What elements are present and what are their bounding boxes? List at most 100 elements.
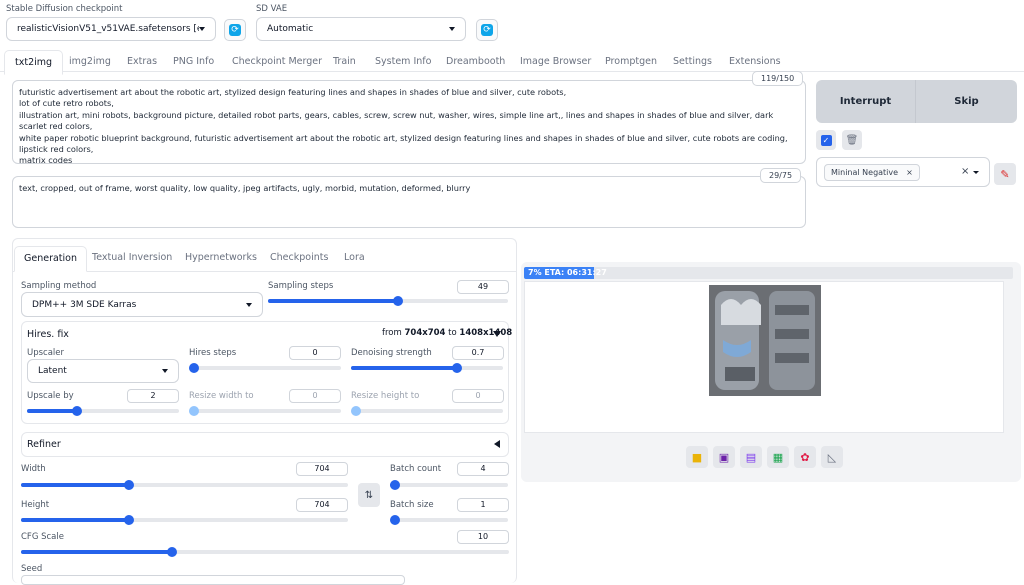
denoising-strength-input[interactable]: 0.7 bbox=[452, 346, 504, 360]
batch-count-label: Batch count bbox=[390, 464, 442, 474]
tabs-divider bbox=[0, 71, 1024, 72]
check-icon: ✓ bbox=[820, 134, 832, 146]
width-label: Width bbox=[21, 464, 46, 474]
hires-steps-slider[interactable] bbox=[189, 363, 341, 373]
tab-extensions[interactable]: Extensions bbox=[729, 56, 781, 67]
progress-bar: 7% ETA: 06:31:27 bbox=[524, 267, 1013, 279]
tab-system-info[interactable]: System Info bbox=[375, 56, 431, 67]
checkpoint-select[interactable]: realisticVisionV51_v51VAE.safetensors [e… bbox=[6, 17, 216, 41]
batch-size-input[interactable]: 1 bbox=[457, 498, 509, 512]
batch-count-input[interactable]: 4 bbox=[457, 462, 509, 476]
slider-thumb[interactable] bbox=[123, 515, 134, 525]
hires-to-size: 1408x1408 bbox=[459, 328, 513, 338]
send-to-extras-button[interactable]: ◺ bbox=[821, 446, 843, 468]
sampling-steps-slider[interactable] bbox=[268, 296, 508, 306]
cfg-scale-slider[interactable] bbox=[21, 547, 509, 557]
resize-height-input[interactable]: 0 bbox=[452, 389, 504, 403]
save-button[interactable]: ▣ bbox=[713, 446, 735, 468]
clear-styles-icon[interactable]: × bbox=[961, 166, 969, 177]
batch-count-slider[interactable] bbox=[390, 480, 508, 490]
edit-styles-button[interactable]: ✎ bbox=[994, 163, 1016, 185]
slider-thumb[interactable] bbox=[351, 406, 361, 416]
tab-train[interactable]: Train bbox=[333, 56, 356, 67]
checkpoint-label: Stable Diffusion checkpoint bbox=[6, 4, 123, 14]
send-to-img2img-button[interactable]: ▦ bbox=[767, 446, 789, 468]
tab-dreambooth[interactable]: Dreambooth bbox=[446, 56, 505, 67]
resize-width-label: Resize width to bbox=[189, 391, 254, 401]
chevron-down-icon bbox=[973, 171, 979, 174]
upscale-by-slider[interactable] bbox=[27, 406, 179, 416]
hires-steps-label: Hires steps bbox=[189, 348, 237, 358]
upscale-by-input[interactable]: 2 bbox=[127, 389, 179, 403]
seed-input[interactable] bbox=[21, 575, 405, 585]
skip-button[interactable]: Skip bbox=[916, 80, 1017, 123]
close-icon[interactable]: × bbox=[906, 168, 913, 177]
vae-value: Automatic bbox=[267, 24, 314, 34]
subtab-textual-inversion[interactable]: Textual Inversion bbox=[92, 252, 172, 263]
slider-thumb[interactable] bbox=[189, 406, 199, 416]
negative-token-counter: 29/75 bbox=[760, 168, 802, 183]
preview-image[interactable] bbox=[709, 285, 821, 396]
subtab-checkpoints[interactable]: Checkpoints bbox=[270, 252, 328, 263]
resize-width-input[interactable]: 0 bbox=[289, 389, 341, 403]
send-to-inpaint-button[interactable]: ✿ bbox=[794, 446, 816, 468]
upscaler-select[interactable]: Latent bbox=[27, 359, 179, 383]
archive-icon: ▤ bbox=[745, 450, 757, 464]
tab-image-browser[interactable]: Image Browser bbox=[520, 56, 591, 67]
slider-thumb[interactable] bbox=[123, 480, 134, 490]
expand-triangle-icon[interactable] bbox=[494, 440, 500, 448]
prompt-textarea[interactable]: futuristic advertisement art about the r… bbox=[12, 80, 806, 164]
tab-promptgen[interactable]: Promptgen bbox=[605, 56, 657, 67]
slider-thumb[interactable] bbox=[390, 480, 400, 490]
tab-settings[interactable]: Settings bbox=[673, 56, 712, 67]
refiner-panel[interactable] bbox=[21, 432, 509, 457]
tab-checkpoint-merger[interactable]: Checkpoint Merger bbox=[232, 56, 322, 67]
slider-thumb[interactable] bbox=[392, 296, 403, 306]
interrupt-button[interactable]: Interrupt bbox=[816, 80, 916, 123]
palette-icon: ✿ bbox=[800, 450, 810, 464]
sampling-steps-input[interactable]: 49 bbox=[457, 280, 509, 294]
refresh-icon: ⟳ bbox=[481, 24, 493, 36]
denoising-strength-slider[interactable] bbox=[351, 363, 503, 373]
batch-size-label: Batch size bbox=[390, 500, 434, 510]
resize-width-slider[interactable] bbox=[189, 406, 341, 416]
open-folder-button[interactable]: ■ bbox=[686, 446, 708, 468]
apply-style-button[interactable]: ✓ bbox=[816, 130, 836, 150]
subtab-hypernetworks[interactable]: Hypernetworks bbox=[185, 252, 257, 263]
height-slider[interactable] bbox=[21, 515, 348, 525]
slider-thumb[interactable] bbox=[189, 363, 199, 373]
checkpoint-value: realisticVisionV51_v51VAE.safetensors [e… bbox=[17, 24, 199, 34]
slider-thumb[interactable] bbox=[390, 515, 400, 525]
width-input[interactable]: 704 bbox=[296, 462, 348, 476]
refresh-vae-button[interactable]: ⟳ bbox=[476, 19, 498, 41]
sampling-method-label: Sampling method bbox=[21, 281, 97, 291]
tab-png-info[interactable]: PNG Info bbox=[173, 56, 214, 67]
clear-prompt-button[interactable]: 🗑 bbox=[842, 130, 862, 150]
hires-steps-input[interactable]: 0 bbox=[289, 346, 341, 360]
batch-size-slider[interactable] bbox=[390, 515, 508, 525]
height-input[interactable]: 704 bbox=[296, 498, 348, 512]
tab-txt2img[interactable]: txt2img bbox=[4, 50, 64, 75]
tab-img2img[interactable]: img2img bbox=[69, 56, 111, 67]
chevron-down-icon bbox=[246, 302, 252, 307]
width-slider[interactable] bbox=[21, 480, 348, 490]
image-gallery[interactable] bbox=[524, 281, 1004, 433]
hires-fix-title[interactable]: Hires. fix bbox=[27, 329, 69, 340]
cfg-scale-input[interactable]: 10 bbox=[457, 530, 509, 544]
vae-select[interactable]: Automatic bbox=[256, 17, 466, 41]
refresh-checkpoint-button[interactable]: ⟳ bbox=[224, 19, 246, 41]
styles-select[interactable]: Mininal Negative × × bbox=[816, 157, 990, 187]
sampling-method-select[interactable]: DPM++ 3M SDE Karras bbox=[21, 292, 263, 317]
prompt-token-counter: 119/150 bbox=[752, 71, 804, 86]
style-chip: Mininal Negative × bbox=[824, 164, 920, 181]
negative-prompt-textarea[interactable]: text, cropped, out of frame, worst quali… bbox=[12, 176, 806, 228]
collapse-triangle-icon[interactable] bbox=[493, 331, 501, 337]
zip-button[interactable]: ▤ bbox=[740, 446, 762, 468]
subtab-lora[interactable]: Lora bbox=[344, 252, 365, 263]
swap-dimensions-button[interactable]: ⇅ bbox=[358, 483, 380, 507]
tab-extras[interactable]: Extras bbox=[127, 56, 157, 67]
resize-height-slider[interactable] bbox=[351, 406, 503, 416]
chevron-down-icon bbox=[199, 27, 205, 31]
subtab-generation[interactable]: Generation bbox=[14, 246, 87, 272]
denoising-strength-label: Denoising strength bbox=[351, 348, 432, 358]
